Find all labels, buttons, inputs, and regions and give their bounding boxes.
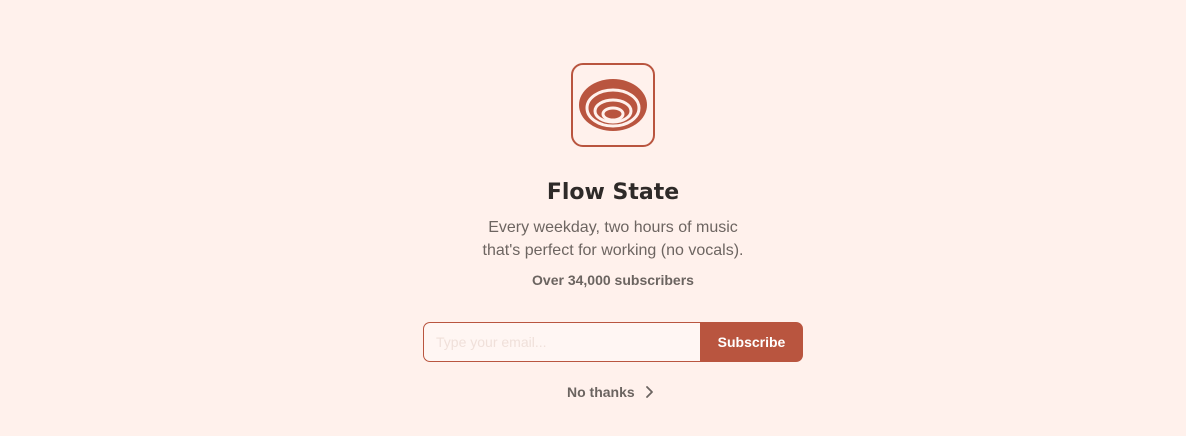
subscribe-form: Subscribe — [423, 322, 803, 362]
publication-description: Every weekday, two hours of music that's… — [0, 216, 1186, 262]
chevron-right-icon — [645, 386, 653, 398]
publication-logo — [571, 63, 655, 147]
concentric-rings-icon — [579, 79, 647, 131]
no-thanks-link[interactable]: No thanks — [567, 383, 654, 401]
description-line-2: that's perfect for working (no vocals). — [482, 242, 744, 259]
subscriber-count: Over 34,000 subscribers — [532, 272, 694, 288]
publication-title: Flow State — [546, 180, 680, 205]
subscribe-prompt: Flow State Every weekday, two hours of m… — [0, 0, 1186, 436]
description-line-1: Every weekday, two hours of music — [488, 219, 738, 236]
subscribe-button[interactable]: Subscribe — [700, 322, 803, 362]
email-input[interactable] — [423, 322, 700, 362]
no-thanks-label: No thanks — [567, 384, 635, 400]
